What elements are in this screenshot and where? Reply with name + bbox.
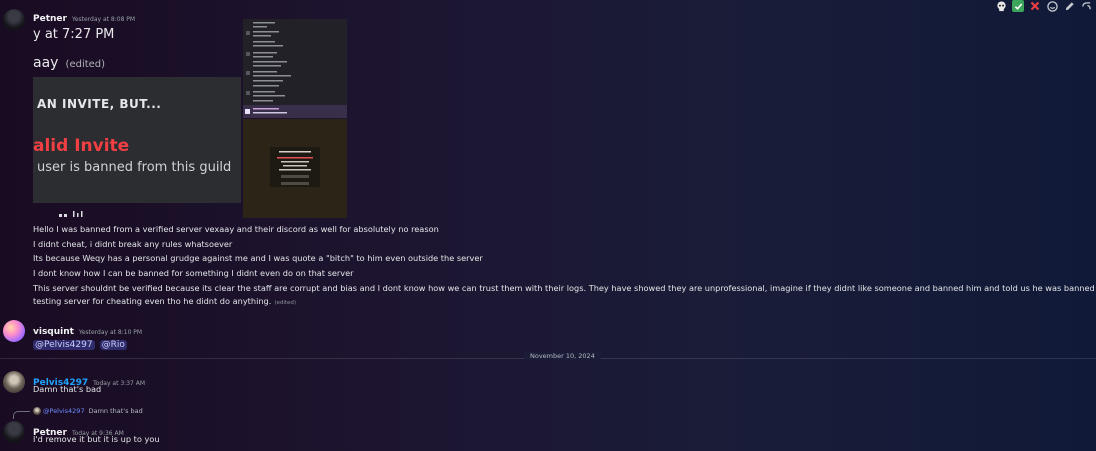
message-text: Damn that's bad [33, 384, 102, 394]
message-text: I didnt cheat, i didnt break any rules w… [33, 239, 233, 249]
invite-heading: AN INVITE, BUT... [37, 97, 162, 111]
mention-rio[interactable]: @Rio [99, 340, 127, 350]
screenshot-timestamp: y at 7:27 PM [33, 27, 115, 42]
reply-preview[interactable]: @Pelvis4297 Damn that's bad [33, 407, 143, 415]
avatar[interactable] [3, 371, 25, 393]
invite-banned: user is banned from this guild [37, 160, 232, 175]
cross-icon[interactable] [1029, 0, 1041, 12]
screenshot-line: aay (edited) [33, 55, 106, 71]
skull-icon[interactable] [995, 0, 1007, 12]
cropped-text [59, 210, 99, 218]
avatar[interactable] [3, 320, 25, 342]
mention-pelvis[interactable]: @Pelvis4297 [33, 340, 95, 350]
reply-avatar [33, 407, 41, 415]
avatar[interactable] [3, 9, 25, 31]
message-toolbar [991, 0, 1096, 12]
reply-connector [13, 411, 30, 419]
edited-tag: (edited) [274, 300, 297, 306]
image-attachment-chat[interactable] [243, 19, 347, 118]
reply-text: Damn that's bad [88, 407, 143, 415]
message-text: Its because Weqy has a personal grudge a… [33, 253, 483, 263]
edit-icon[interactable] [1063, 0, 1075, 12]
image-attachment-dialog[interactable] [243, 119, 347, 218]
message-text: This server shouldnt be verified because… [33, 283, 1096, 293]
avatar[interactable] [3, 421, 25, 443]
message-text: Hello I was banned from a verified serve… [33, 224, 439, 234]
emoji-icon[interactable] [1046, 0, 1058, 12]
message-text: @Pelvis4297 @Rio [33, 332, 127, 351]
chat-screenshot-graphic [243, 22, 347, 118]
dialog-screenshot-graphic [243, 119, 347, 218]
invite-invalid: alid Invite [33, 136, 130, 156]
message-text-last: testing server for cheating even tho he … [33, 296, 297, 306]
reply-icon[interactable] [1080, 0, 1092, 12]
date-divider-label: November 10, 2024 [524, 352, 601, 360]
invite-card: AN INVITE, BUT... alid Invite user is ba… [33, 77, 241, 203]
message-text: I dont know how I can be banned for some… [33, 268, 354, 278]
check-icon[interactable] [1012, 0, 1024, 12]
reply-mention[interactable]: @Pelvis4297 [43, 407, 85, 415]
image-attachment[interactable]: y at 7:27 PM aay (edited) AN INVITE, BUT… [33, 19, 241, 218]
message-text: I'd remove it but it is up to you [33, 434, 160, 444]
